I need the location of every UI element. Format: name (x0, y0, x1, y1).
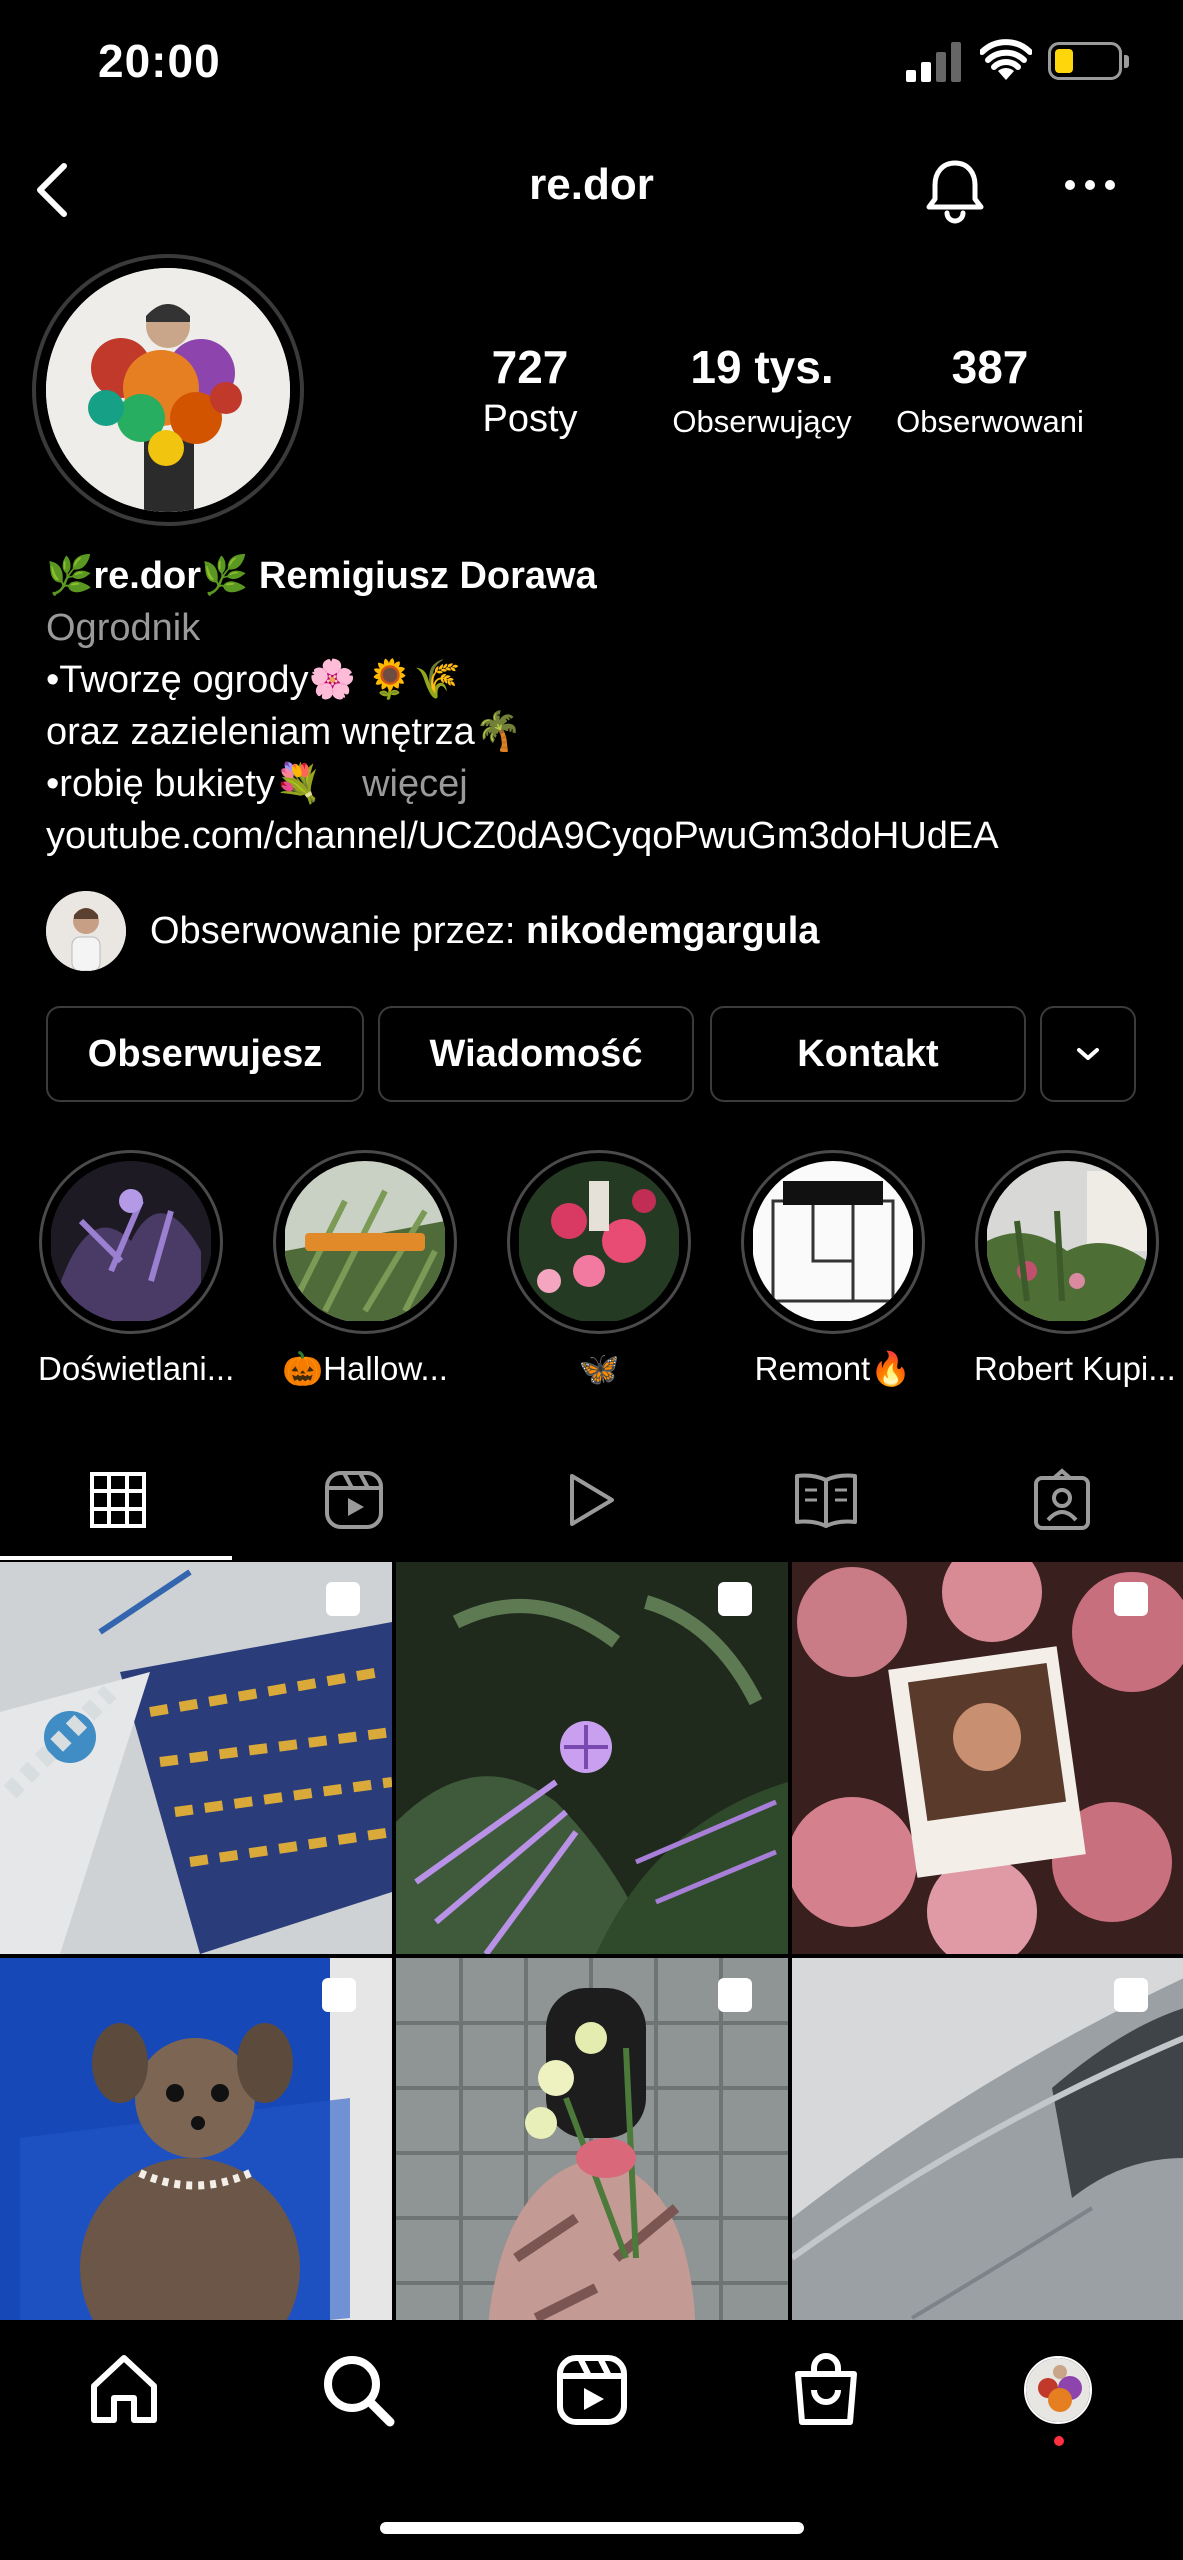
highlight-item[interactable]: Remont🔥 (740, 1150, 926, 1389)
reels-icon[interactable] (552, 2350, 632, 2430)
message-button[interactable]: Wiadomość (378, 1006, 694, 1102)
highlight-item[interactable]: Doświetlani... (38, 1150, 235, 1388)
stat-posts[interactable]: 727 Posty (460, 340, 600, 441)
highlight-item[interactable]: 🦋 (506, 1150, 692, 1389)
followed-by[interactable]: Obserwowanie przez: nikodemgargula (46, 890, 819, 972)
followed-by-avatar (46, 891, 126, 971)
post-thumbnail[interactable] (396, 1562, 788, 1954)
bio-line: •Tworzę ogrody🌸 🌻🌾 (46, 659, 462, 701)
bio-line: •robię bukiety💐 (46, 763, 323, 805)
highlight-item[interactable]: 🎃Hallow... (272, 1150, 458, 1389)
tagged-icon (1034, 1468, 1090, 1530)
highlight-label: Robert Kupi... (974, 1350, 1176, 1387)
profile-avatar[interactable] (46, 268, 290, 512)
profile-full-name: 🌿re.dor🌿 Remigiusz Dorawa (46, 555, 597, 597)
suggested-dropdown-button[interactable] (1040, 1006, 1136, 1102)
post-thumbnail[interactable] (0, 1958, 392, 2350)
search-icon[interactable] (318, 2350, 398, 2430)
profile-tab-avatar[interactable] (1024, 2356, 1092, 2424)
stat-followers[interactable]: 19 tys. Obserwujący (652, 340, 872, 440)
contact-button[interactable]: Kontakt (710, 1006, 1026, 1102)
tab-videos[interactable] (472, 1460, 708, 1540)
post-thumbnail[interactable] (0, 1562, 392, 1954)
stat-followers-value: 19 tys. (690, 341, 834, 393)
home-indicator (380, 2522, 804, 2534)
shop-icon[interactable] (786, 2350, 866, 2430)
tab-tagged[interactable] (944, 1460, 1180, 1540)
reels-icon (325, 1471, 383, 1529)
tab-grid[interactable] (0, 1460, 236, 1540)
stat-following[interactable]: 387 Obserwowani (880, 340, 1100, 440)
following-button[interactable]: Obserwujesz (46, 1006, 364, 1102)
followed-by-user[interactable]: nikodemgargula (526, 910, 820, 952)
grid-icon (90, 1472, 146, 1528)
battery-icon (1048, 42, 1129, 80)
active-tab-indicator (0, 1556, 232, 1560)
profile-category: Ogrodnik (46, 607, 201, 649)
bio-link[interactable]: youtube.com/channel/UCZ0dA9CyqoPwuGm3doH… (46, 810, 1146, 862)
bell-icon[interactable] (920, 155, 990, 225)
guides-icon (795, 1473, 857, 1528)
bio-line: oraz zazieleniam wnętrza🌴 (46, 711, 523, 753)
tab-reels[interactable] (236, 1460, 472, 1540)
followed-by-prefix: Obserwowanie przez: (150, 909, 526, 952)
bio-more-link[interactable]: więcej (362, 763, 468, 805)
stat-following-value: 387 (951, 341, 1029, 393)
profile-username: re.dor (529, 160, 654, 209)
stat-followers-label: Obserwujący (672, 404, 852, 439)
highlight-item[interactable]: Robert Kupi... (974, 1150, 1176, 1388)
stat-posts-value: 727 (491, 341, 569, 393)
post-thumbnail[interactable] (396, 1958, 788, 2350)
more-options-icon[interactable] (1060, 165, 1120, 205)
highlight-label: 🦋 (578, 1350, 620, 1387)
post-thumbnail[interactable] (792, 1562, 1183, 1954)
cell-signal-icon (906, 42, 964, 82)
highlight-label: 🎃Hallow... (282, 1350, 448, 1387)
chevron-down-icon (1077, 1048, 1099, 1060)
highlight-label: Remont🔥 (754, 1350, 912, 1387)
tab-guides[interactable] (708, 1460, 944, 1540)
wifi-icon (980, 39, 1032, 80)
home-icon[interactable] (84, 2350, 164, 2430)
profile-bio: 🌿re.dor🌿 Remigiusz Dorawa Ogrodnik •Twor… (46, 550, 1146, 862)
stat-following-label: Obserwowani (896, 404, 1084, 439)
highlight-label: Doświetlani... (38, 1350, 235, 1387)
status-time: 20:00 (98, 35, 221, 87)
notification-dot (1054, 2436, 1064, 2446)
post-thumbnail[interactable] (792, 1958, 1183, 2350)
stat-posts-label: Posty (482, 398, 578, 440)
video-icon (570, 1474, 614, 1526)
